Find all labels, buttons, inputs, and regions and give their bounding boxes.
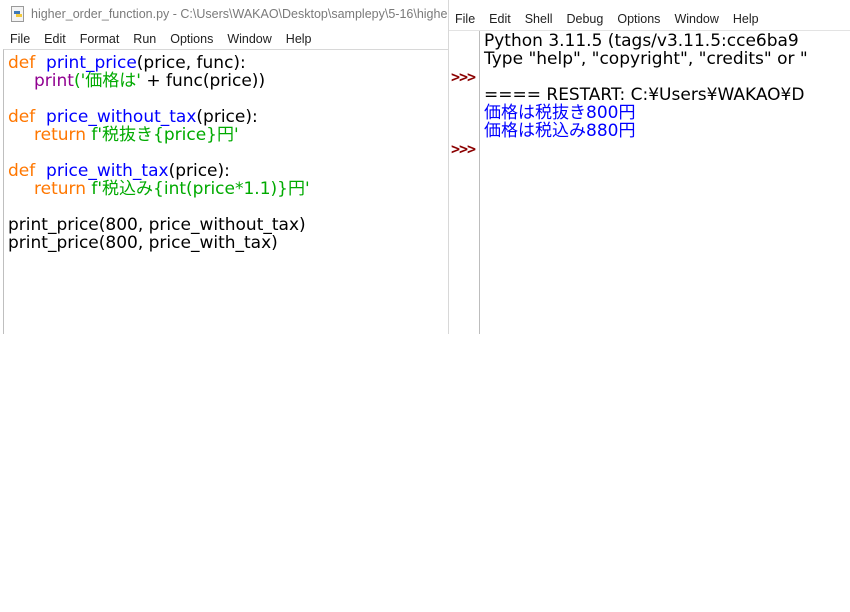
shell-banner-line: Python 3.11.5 (tags/v3.11.5:cce6ba9 — [484, 31, 799, 51]
shell-prompt-gutter: >>> >>> — [449, 31, 480, 334]
shell-menu-file[interactable]: File — [449, 12, 482, 26]
shell-prompt: >>> — [451, 68, 476, 86]
editor-menu-options[interactable]: Options — [163, 32, 220, 46]
editor-menu-help[interactable]: Help — [279, 32, 319, 46]
shell-menu-options[interactable]: Options — [610, 12, 667, 26]
builtin-print: print — [34, 71, 74, 91]
editor-menu-run[interactable]: Run — [126, 32, 163, 46]
editor-menu-edit[interactable]: Edit — [37, 32, 73, 46]
string-literal: f'税抜き{price}円' — [91, 125, 239, 145]
shell-menu-bar: File Edit Shell Debug Options Window Hel… — [449, 9, 766, 29]
function-name: price_without_tax — [40, 107, 197, 127]
code-line-8: return f'税込み{int(price*1.1)}円' — [34, 180, 310, 198]
code-line-4: def price_without_tax(price): — [8, 108, 258, 126]
string-literal: f'税込み{int(price*1.1)}円' — [91, 179, 310, 199]
shell-menu-shell[interactable]: Shell — [518, 12, 560, 26]
shell-menu-help[interactable]: Help — [726, 12, 766, 26]
shell-menu-debug[interactable]: Debug — [560, 12, 611, 26]
keyword-return: return — [34, 125, 92, 145]
code-line-5: return f'税抜き{price}円' — [34, 126, 239, 144]
shell-output-line: 価格は税込み880円 — [484, 121, 636, 141]
keyword-def: def — [8, 161, 41, 181]
keyword-def: def — [8, 53, 41, 73]
code-text: (price): — [196, 107, 258, 127]
python-file-icon — [11, 6, 24, 22]
editor-menu-file[interactable]: File — [3, 32, 37, 46]
shell-banner-line: Type "help", "copyright", "credits" or " — [484, 49, 808, 69]
string-literal: ('価格は' — [73, 71, 141, 91]
code-text: (price): — [168, 161, 230, 181]
code-text: + func(price)) — [140, 71, 266, 91]
editor-window-title: higher_order_function.py - C:\Users\WAKA… — [31, 7, 448, 21]
code-line-7: def price_with_tax(price): — [8, 162, 230, 180]
code-line-10: print_price(800, price_without_tax) — [8, 215, 306, 235]
shell-menu-edit[interactable]: Edit — [482, 12, 518, 26]
editor-menu-bar: File Edit Format Run Options Window Help — [3, 29, 447, 49]
shell-output-line: 価格は税抜き800円 — [484, 103, 636, 123]
shell-prompt: >>> — [451, 140, 476, 158]
function-name: price_with_tax — [40, 161, 169, 181]
keyword-def: def — [8, 107, 41, 127]
editor-window: higher_order_function.py - C:\Users\WAKA… — [0, 0, 449, 334]
function-name: print_price — [40, 53, 137, 73]
code-line-11: print_price(800, price_with_tax) — [8, 233, 278, 253]
code-line-2: print('価格は' + func(price)) — [34, 72, 265, 90]
code-text: (price, func): — [136, 53, 246, 73]
code-editor-text-area[interactable]: def print_price(price, func): print('価格は… — [3, 49, 448, 334]
editor-menu-window[interactable]: Window — [220, 32, 278, 46]
editor-menu-format[interactable]: Format — [73, 32, 127, 46]
code-line-1: def print_price(price, func): — [8, 54, 246, 72]
editor-title-bar[interactable]: higher_order_function.py - C:\Users\WAKA… — [0, 0, 448, 28]
shell-menu-window[interactable]: Window — [667, 12, 725, 26]
shell-window: File Edit Shell Debug Options Window Hel… — [449, 0, 850, 334]
keyword-return: return — [34, 179, 92, 199]
shell-restart-line: ==== RESTART: C:¥Users¥WAKAO¥D — [484, 85, 805, 105]
